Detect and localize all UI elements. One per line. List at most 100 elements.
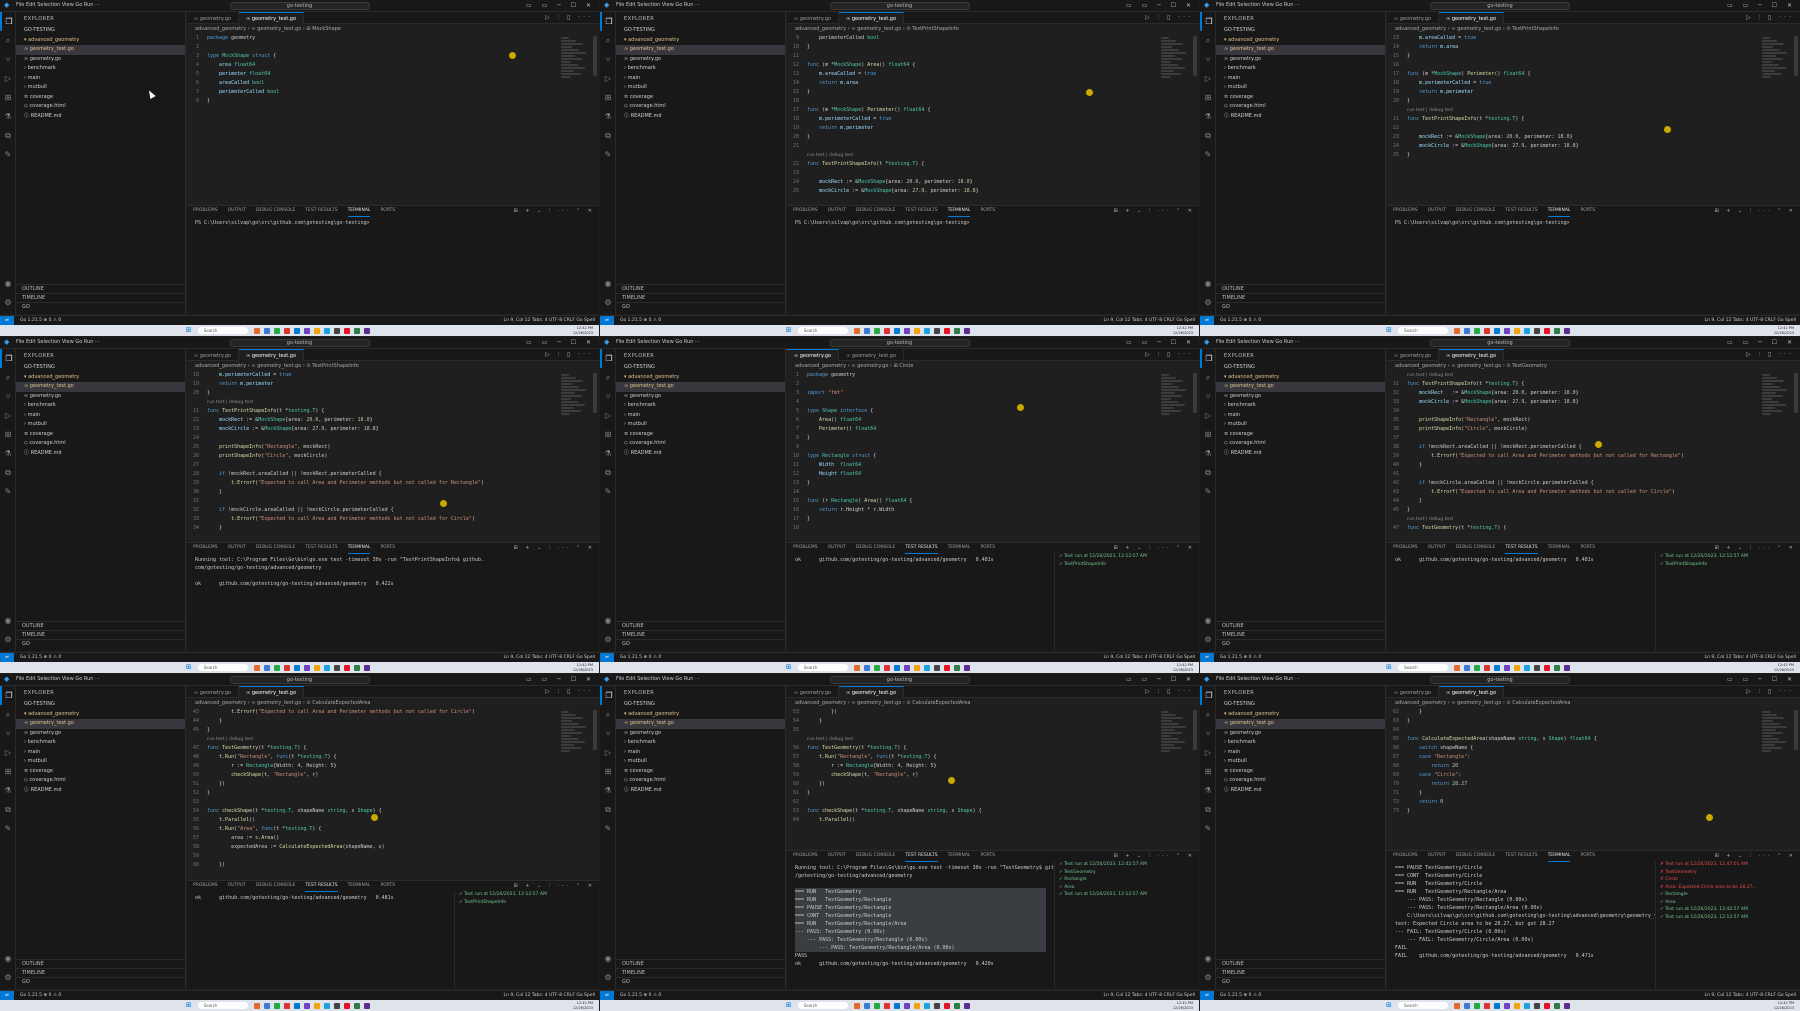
explorer-item[interactable]: ∞ geometry.go — [1216, 729, 1385, 739]
test-result-item[interactable]: ✗ Circle — [1656, 876, 1800, 884]
menu-bar[interactable]: File Edit Selection View Go Run ··· — [16, 676, 100, 682]
panel-tab[interactable]: DEBUG CONSOLE — [856, 543, 895, 553]
status-go-version[interactable]: Go 1.21.5 ⊗ 0 ⚠ 0 — [20, 318, 61, 323]
lightbulb-icon[interactable] — [1664, 126, 1671, 133]
windows-start-icon[interactable]: ⊞ — [186, 664, 193, 671]
explorer-item[interactable]: ◇ coverage.html — [16, 439, 185, 449]
taskbar-app-icon[interactable] — [1524, 1003, 1530, 1009]
taskbar-app-icon[interactable] — [853, 328, 860, 334]
search-icon[interactable]: ⌕ — [1200, 31, 1216, 50]
taskbar-app-icon[interactable] — [323, 1003, 330, 1009]
panel-tab[interactable]: PORTS — [380, 206, 395, 216]
taskbar-app-icon[interactable] — [953, 665, 960, 671]
test-result-item[interactable]: ✓ Area — [1656, 899, 1800, 907]
taskbar-app-icon[interactable] — [863, 1003, 870, 1009]
editor-actions[interactable]: ▷ ⫶ ▯ ··· — [1746, 686, 1794, 698]
status-go-version[interactable]: Go 1.21.5 ⊗ 0 ⚠ 0 — [1220, 655, 1261, 660]
accounts-icon[interactable]: ◉ — [0, 611, 16, 630]
taskbar-app-icon[interactable] — [953, 328, 960, 334]
test-result-item[interactable]: ✓ TestPrintShapeInfo — [1656, 561, 1800, 569]
panel-tab[interactable]: PROBLEMS — [193, 881, 218, 891]
remote-icon[interactable]: ⧉ — [0, 126, 16, 145]
explorer-item[interactable]: ◇ coverage.html — [1216, 102, 1385, 112]
test-result-item[interactable]: ✓ Rectangle — [1055, 876, 1199, 884]
explorer-item[interactable]: › benchmark — [16, 401, 185, 411]
taskbar-app-icon[interactable] — [883, 328, 890, 334]
breadcrumb[interactable]: advanced_geometry › ∞ geometry_test.go ›… — [187, 361, 599, 371]
testing-icon[interactable]: ⚗ — [0, 444, 16, 463]
panel-tab[interactable]: TERMINAL — [347, 206, 371, 217]
explorer-item[interactable]: ≡ coverage — [1216, 93, 1385, 103]
explorer-item[interactable]: ≡ coverage — [1216, 430, 1385, 440]
files-icon[interactable]: ❐ — [0, 349, 16, 368]
files-icon[interactable]: ❐ — [1200, 349, 1216, 368]
taskbar-app-icon[interactable] — [323, 328, 330, 334]
panel-tab[interactable]: DEBUG CONSOLE — [256, 881, 295, 891]
explorer-item[interactable]: ∞ geometry_test.go — [616, 719, 785, 729]
remote-icon[interactable]: ⧉ — [600, 126, 616, 145]
taskbar-app-icon[interactable] — [253, 665, 260, 671]
run-debug-icon[interactable]: ▷ — [600, 69, 616, 88]
breadcrumb[interactable]: advanced_geometry › ∞ geometry_test.go ›… — [187, 698, 599, 708]
windows-start-icon[interactable]: ⊞ — [186, 327, 193, 334]
workspace-folder[interactable]: GO-TESTING — [616, 26, 785, 36]
panel-tab[interactable]: PORTS — [980, 543, 995, 553]
panel-tab[interactable]: PROBLEMS — [793, 543, 818, 553]
panel-tab[interactable]: OUTPUT — [228, 881, 246, 891]
explorer-item[interactable]: › main — [616, 411, 785, 421]
explorer-item[interactable]: › main — [16, 748, 185, 758]
panel-actions[interactable]: ⊞ + ⌄ ⫶ ··· ⌃ ✕ — [513, 543, 595, 553]
status-cursor-info[interactable]: Ln 9, Col 12 Tabs: 4 UTF-8 CRLF Go Spell — [1705, 655, 1796, 660]
minimap[interactable] — [1161, 710, 1189, 770]
explorer-item[interactable]: › mutbull — [616, 83, 785, 93]
extensions-icon[interactable]: ⊞ — [0, 762, 16, 781]
minimap[interactable] — [1161, 373, 1189, 433]
panel-tab[interactable]: PORTS — [1580, 206, 1595, 216]
status-go-version[interactable]: Go 1.21.5 ⊗ 0 ⚠ 0 — [20, 655, 61, 660]
timeline-section[interactable]: TIMELINE — [16, 968, 185, 977]
extensions-icon[interactable]: ⊞ — [0, 425, 16, 444]
lightbulb-icon[interactable] — [371, 814, 378, 821]
taskbar-app-icon[interactable] — [1474, 665, 1480, 671]
outline-section[interactable]: OUTLINE — [1216, 621, 1385, 630]
test-result-item[interactable]: ✓ Test run at 12/26/2023, 12:12:57 AM — [1656, 553, 1800, 561]
minimap[interactable] — [1762, 36, 1790, 96]
codelens-link[interactable]: run test | debug test — [207, 398, 253, 407]
panel-tab[interactable]: OUTPUT — [1428, 851, 1446, 861]
taskbar-app-icon[interactable] — [853, 1003, 860, 1009]
explorer-item[interactable]: ◇ coverage.html — [16, 102, 185, 112]
taskbar-app-icon[interactable] — [913, 1003, 920, 1009]
go-section[interactable]: GO — [1216, 639, 1385, 648]
taskbar-app-icon[interactable] — [1464, 328, 1470, 334]
go-section[interactable]: GO — [1216, 302, 1385, 311]
explorer-item[interactable]: ≡ coverage — [16, 430, 185, 440]
outline-section[interactable]: OUTLINE — [1216, 284, 1385, 293]
terminal-output[interactable]: PS C:\Users\silvap\go\src\github.com\got… — [787, 216, 1199, 230]
panel-tab[interactable]: TEST RESULTS — [1505, 543, 1538, 554]
taskbar-search[interactable]: Search — [1398, 1002, 1448, 1009]
files-icon[interactable]: ❐ — [0, 12, 16, 31]
taskbar-app-icon[interactable] — [853, 665, 860, 671]
code-editor[interactable]: 9 perimeterCalled bool 10} 11 12 func (m *Mo… — [787, 34, 1159, 196]
workspace-folder[interactable]: GO-TESTING — [1216, 700, 1385, 710]
taskbar-app-icon[interactable] — [273, 328, 280, 334]
panel-tab[interactable]: TERMINAL — [1548, 543, 1571, 553]
taskbar-app-icon[interactable] — [313, 328, 320, 334]
source-control-icon[interactable]: ⑂ — [1200, 724, 1216, 743]
explorer-item[interactable]: › main — [616, 748, 785, 758]
editor-scrollbar[interactable] — [1794, 373, 1798, 413]
testing-icon[interactable]: ⚗ — [0, 107, 16, 126]
status-go-version[interactable]: Go 1.21.5 ⊗ 0 ⚠ 0 — [1220, 993, 1261, 998]
settings-icon[interactable]: ⚙ — [0, 630, 16, 649]
taskbar-app-icon[interactable] — [863, 328, 870, 334]
menu-bar[interactable]: File Edit Selection View Go Run ··· — [16, 339, 100, 345]
menu-bar[interactable]: File Edit Selection View Go Run ··· — [1216, 339, 1300, 345]
settings-icon[interactable]: ⚙ — [0, 968, 16, 987]
test-results-tree[interactable]: ✓ Test run at 12/26/2023, 12:42:57 AM ✓ … — [1054, 861, 1199, 989]
files-icon[interactable]: ❐ — [600, 686, 616, 705]
search-icon[interactable]: ⌕ — [0, 31, 16, 50]
outline-section[interactable]: OUTLINE — [16, 284, 185, 293]
taskbar-app-icon[interactable] — [353, 1003, 360, 1009]
taskbar-app-icon[interactable] — [943, 1003, 950, 1009]
taskbar-search[interactable]: Search — [1398, 664, 1448, 671]
